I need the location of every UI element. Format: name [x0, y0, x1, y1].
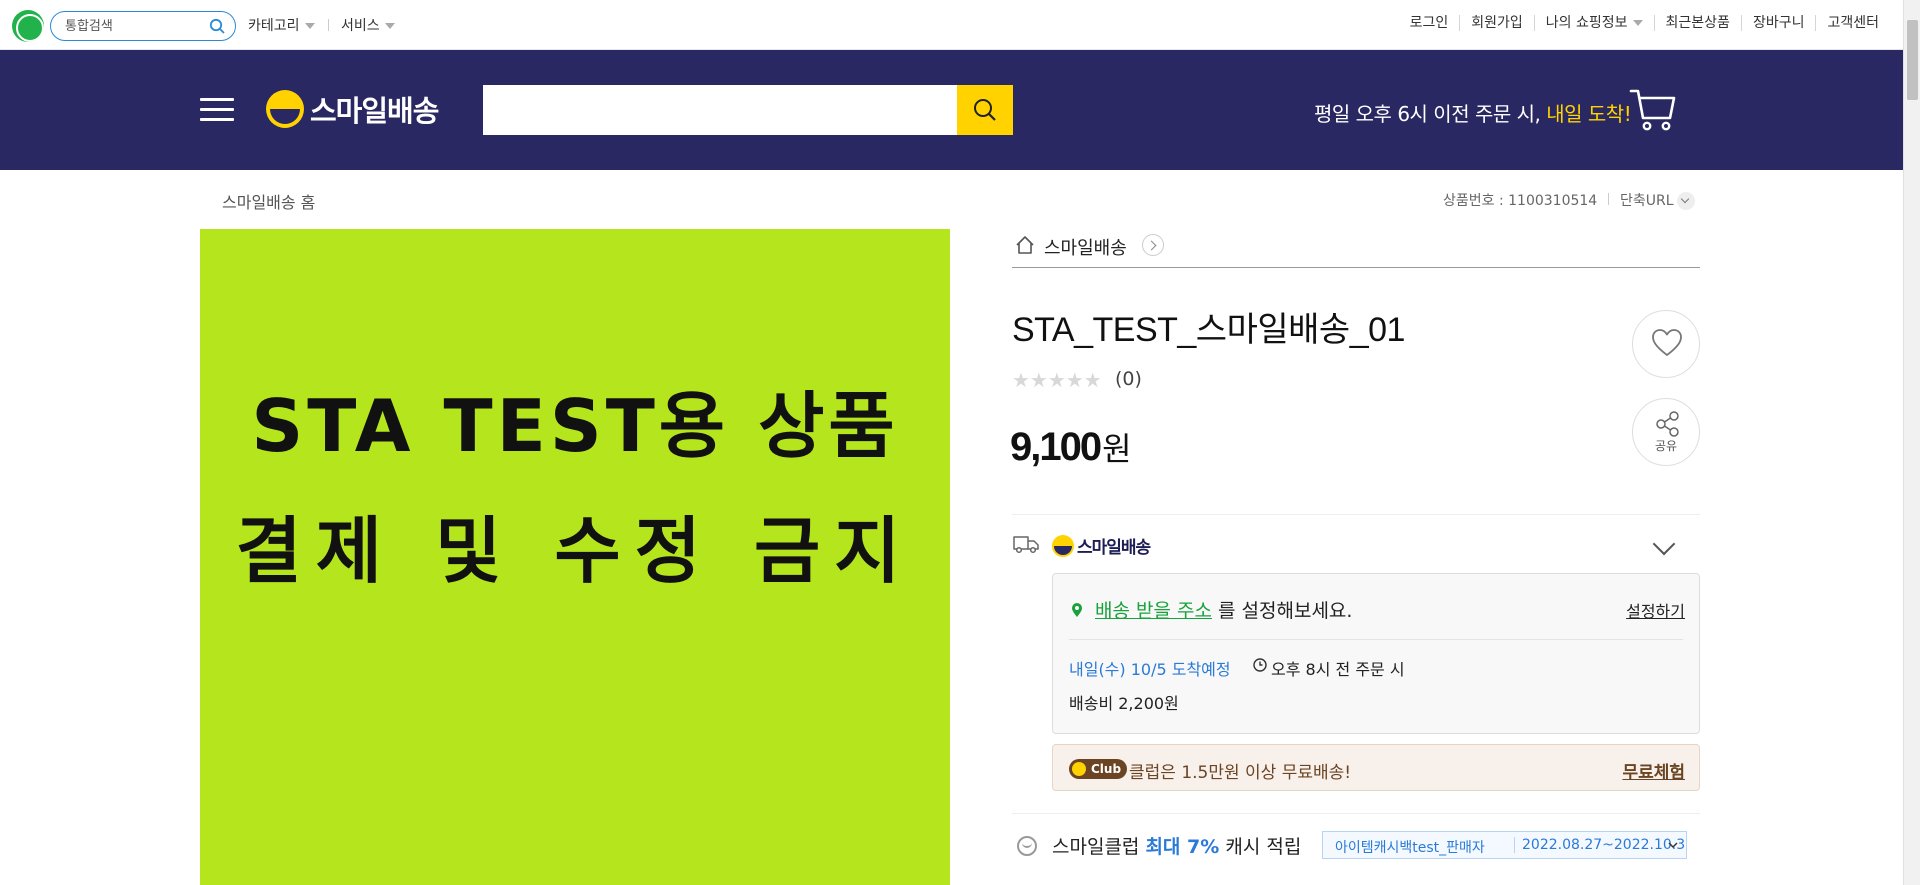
- global-search-input[interactable]: [65, 16, 205, 36]
- price-currency: 원: [1102, 431, 1132, 467]
- club-free-shipping-banner: Club 클럽은 1.5만원 이상 무료배송! 무료체험: [1052, 744, 1700, 791]
- chevron-down-icon: [304, 23, 315, 29]
- address-prompt: 배송 받을 주소 를 설정해보세요.: [1095, 596, 1352, 623]
- clock-icon: [1253, 658, 1267, 672]
- shop-link-row: 스마일배송: [1012, 230, 1700, 268]
- share-button[interactable]: 공유: [1632, 398, 1700, 466]
- promo-text: 평일 오후 6시 이전 주문 시,: [1314, 102, 1547, 126]
- promo-highlight: 내일 도착!: [1546, 102, 1632, 126]
- global-search-box[interactable]: [50, 11, 236, 41]
- service-menu-label: 서비스: [341, 18, 380, 34]
- review-count[interactable]: (0): [1115, 368, 1142, 390]
- smile-logo-icon: [1052, 534, 1074, 557]
- set-address-button[interactable]: 설정하기: [1626, 598, 1685, 622]
- order-cutoff: 오후 8시 전 주문 시: [1271, 660, 1405, 679]
- smile-club-icon: [1017, 836, 1037, 856]
- delivery-address-box: 배송 받을 주소 를 설정해보세요. 설정하기 내일(수) 10/5 도착예정 …: [1052, 573, 1700, 734]
- recent-items-link[interactable]: 최근본상품: [1653, 15, 1741, 31]
- product-number: 상품번호 : 1100310514: [1443, 193, 1598, 209]
- free-trial-link[interactable]: 무료체험: [1622, 758, 1685, 783]
- scrollbar-thumb[interactable]: [1907, 20, 1918, 100]
- divider: [1608, 193, 1609, 205]
- product-main-image[interactable]: STA TEST용 상품 결제 및 수정 금지: [200, 229, 950, 885]
- gmarket-logo-icon[interactable]: [12, 10, 44, 42]
- customer-center-link[interactable]: 고객센터: [1815, 15, 1890, 31]
- category-menu[interactable]: 카테고리: [248, 15, 315, 35]
- wishlist-button[interactable]: [1632, 310, 1700, 378]
- cart-icon[interactable]: [1628, 84, 1678, 134]
- chevron-down-icon: [1668, 842, 1678, 849]
- home-icon: [1016, 236, 1034, 254]
- address-link[interactable]: 배송 받을 주소: [1095, 600, 1212, 622]
- smile-delivery-logo[interactable]: 스마일배송: [266, 88, 439, 130]
- divider: [1012, 813, 1700, 814]
- service-menu[interactable]: 서비스: [341, 15, 395, 35]
- my-shopping-menu[interactable]: 나의 쇼핑정보: [1533, 15, 1654, 31]
- category-menu-label: 카테고리: [248, 18, 300, 34]
- arrival-estimate: 내일(수) 10/5 도착예정: [1069, 660, 1231, 679]
- location-pin-icon: [1072, 603, 1082, 617]
- product-search-input[interactable]: [483, 85, 953, 135]
- menu-icon[interactable]: [200, 98, 234, 122]
- delivery-promo: 평일 오후 6시 이전 주문 시, 내일 도착!: [1314, 98, 1632, 127]
- chevron-down-icon: [1676, 192, 1695, 210]
- my-shopping-label: 나의 쇼핑정보: [1545, 15, 1628, 31]
- cashback-tag[interactable]: 아이템캐시백test_판매자 2022.08.27~2022.10.31: [1322, 831, 1687, 859]
- divider: [328, 19, 329, 31]
- page-scrollbar[interactable]: [1903, 0, 1920, 885]
- chevron-down-icon: [1632, 20, 1643, 26]
- divider: [1012, 514, 1700, 515]
- smile-delivery-header: 스마일배송 평일 오후 6시 이전 주문 시, 내일 도착!: [0, 50, 1903, 170]
- product-price: 9,100원: [1010, 424, 1132, 470]
- chevron-down-icon: [384, 23, 395, 29]
- smile-logo-icon: [266, 90, 304, 128]
- club-message: 클럽은 1.5만원 이상 무료배송!: [1129, 763, 1352, 783]
- login-link[interactable]: 로그인: [1399, 15, 1460, 31]
- rating-stars: ★★★★★: [1012, 368, 1102, 392]
- truck-icon: [1013, 536, 1039, 554]
- cashback-prefix: 스마일클럽: [1052, 836, 1146, 858]
- price-value: 9,100: [1010, 425, 1102, 469]
- share-label: 공유: [1654, 439, 1678, 453]
- search-icon[interactable]: [209, 18, 225, 34]
- cashback-rate: 최대 7%: [1145, 836, 1220, 858]
- shipping-fee: 배송비 2,200원: [1069, 694, 1179, 713]
- search-button[interactable]: [957, 85, 1013, 135]
- image-text-line-1: STA TEST용 상품: [251, 384, 899, 468]
- logo-text: 스마일배송: [310, 94, 439, 128]
- cashback-info: 스마일클럽 최대 7% 캐시 적립: [1052, 832, 1301, 859]
- service-name: 스마일배송: [1077, 538, 1151, 558]
- heart-icon: [1652, 329, 1682, 356]
- account-links: 로그인 회원가입 나의 쇼핑정보 최근본상품 장바구니 고객센터: [1399, 15, 1890, 31]
- cart-link[interactable]: 장바구니: [1740, 15, 1816, 31]
- product-search-box[interactable]: [483, 85, 1013, 135]
- divider: [1069, 639, 1683, 640]
- smile-delivery-home-link[interactable]: 스마일배송 홈: [222, 189, 315, 213]
- signup-link[interactable]: 회원가입: [1459, 15, 1534, 31]
- cashback-period: 2022.08.27~2022.10.31: [1514, 837, 1686, 853]
- short-url-button[interactable]: 단축URL: [1620, 190, 1695, 210]
- cashback-suffix: 캐시 적립: [1219, 836, 1302, 858]
- cashback-seller: 아이템캐시백test_판매자: [1335, 840, 1485, 856]
- product-title: STA_TEST_스마일배송_01: [1012, 311, 1405, 349]
- short-url-label: 단축URL: [1620, 193, 1674, 209]
- chevron-right-icon[interactable]: [1142, 234, 1164, 256]
- club-badge: Club: [1069, 759, 1128, 779]
- image-text-line-2: 결제 및 수정 금지: [235, 509, 915, 593]
- chevron-down-icon[interactable]: [1652, 532, 1676, 556]
- address-prompt-text: 를 설정해보세요.: [1211, 600, 1353, 622]
- utility-bar: 카테고리 서비스 로그인 회원가입 나의 쇼핑정보 최근본상품 장바구니 고객센…: [0, 0, 1920, 50]
- search-icon: [974, 99, 996, 121]
- shop-name-link[interactable]: 스마일배송: [1044, 234, 1127, 260]
- smile-delivery-service-badge: 스마일배송: [1052, 533, 1151, 558]
